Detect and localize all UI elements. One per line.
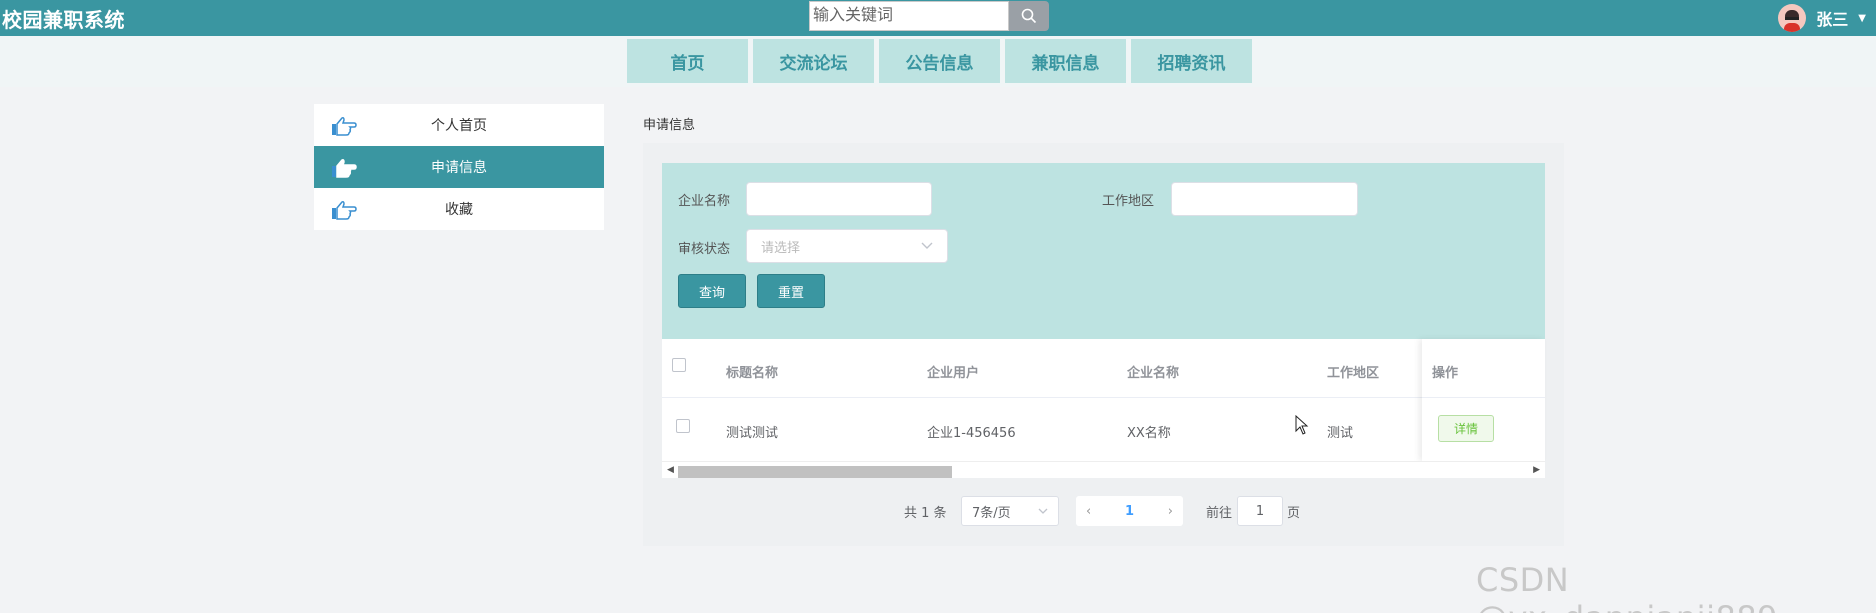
row-divider (1422, 397, 1545, 398)
work-area-label: 工作地区 (1102, 194, 1155, 209)
cell-company-name: XX名称 (1127, 426, 1171, 441)
main-nav: 首页 交流论坛 公告信息 兼职信息 招聘资讯 (0, 36, 1876, 87)
select-all-checkbox[interactable] (672, 358, 686, 372)
company-name-field[interactable] (746, 182, 932, 216)
pager: ‹ 1 › (1076, 496, 1183, 526)
chevron-down-icon (1038, 508, 1048, 514)
applications-table: 标题名称 企业用户 企业名称 工作地区 测试测试 企业1-456456 XX名称… (662, 339, 1545, 461)
top-bar: 校园兼职系统 张三 ▼ (0, 0, 1876, 36)
goto-suffix: 页 (1287, 505, 1301, 521)
column-header-company-name: 企业名称 (1127, 366, 1180, 381)
avatar (1778, 4, 1807, 32)
scroll-left-icon[interactable]: ◀ (667, 465, 674, 475)
column-header-title: 标题名称 (726, 366, 779, 381)
sidebar-item-applications[interactable]: 申请信息 (314, 146, 604, 188)
sidebar-item-favorites[interactable]: 收藏 (314, 188, 604, 230)
chevron-down-icon (921, 242, 933, 249)
pagination-total: 共 1 条 (904, 505, 947, 521)
mouse-cursor-icon (1295, 415, 1309, 435)
status-select[interactable]: 请选择 (746, 229, 948, 263)
page-size-select[interactable]: 7条/页 (961, 496, 1059, 526)
status-label: 审核状态 (678, 242, 731, 257)
horizontal-scrollbar[interactable]: ◀ ▶ (662, 461, 1545, 478)
nav-recruitment-news[interactable]: 招聘资讯 (1131, 39, 1252, 83)
nav-announcements[interactable]: 公告信息 (879, 39, 1000, 83)
page-size-value: 7条/页 (972, 505, 1011, 521)
row-checkbox[interactable] (676, 419, 690, 433)
fixed-action-column: 操作 (1422, 339, 1545, 461)
cell-company-user: 企业1-456456 (927, 426, 1016, 441)
reset-button[interactable]: 重置 (757, 274, 825, 308)
cell-work-area: 测试 (1327, 426, 1354, 441)
company-name-label: 企业名称 (678, 194, 731, 209)
column-header-work-area: 工作地区 (1327, 366, 1380, 381)
sidebar-item-label: 收藏 (445, 202, 473, 218)
status-placeholder: 请选择 (761, 240, 801, 256)
sidebar-item-profile[interactable]: 个人首页 (314, 104, 604, 146)
sidebar: 个人首页 申请信息 收藏 (314, 104, 604, 230)
next-page-icon[interactable]: › (1168, 504, 1173, 519)
search-submit-button[interactable]: 查询 (678, 274, 746, 308)
scroll-right-icon[interactable]: ▶ (1533, 465, 1540, 475)
app-title: 校园兼职系统 (2, 8, 125, 32)
nav-home[interactable]: 首页 (627, 39, 748, 83)
row-divider (662, 397, 1545, 398)
nav-part-time-jobs[interactable]: 兼职信息 (1005, 39, 1126, 83)
cell-title: 测试测试 (726, 426, 779, 441)
nav-forum[interactable]: 交流论坛 (753, 39, 874, 83)
sidebar-item-label: 申请信息 (431, 160, 487, 176)
watermark: CSDN @vx_danpianji889 (1476, 561, 1778, 613)
search-input[interactable] (809, 1, 1009, 31)
detail-button[interactable]: 详情 (1438, 415, 1494, 442)
search-button[interactable] (1009, 1, 1049, 31)
sidebar-item-label: 个人首页 (431, 118, 487, 134)
user-name: 张三 (1816, 10, 1849, 29)
caret-down-icon: ▼ (1858, 12, 1866, 24)
goto-page-input[interactable]: 1 (1237, 496, 1283, 526)
work-area-field[interactable] (1171, 182, 1358, 216)
user-menu[interactable]: 张三 ▼ (1778, 3, 1866, 33)
page-title: 申请信息 (643, 118, 696, 133)
prev-page-icon[interactable]: ‹ (1086, 504, 1091, 519)
scrollbar-thumb[interactable] (678, 466, 952, 478)
search-icon (1021, 8, 1037, 24)
page-number-current[interactable]: 1 (1125, 504, 1134, 519)
column-header-actions: 操作 (1432, 366, 1459, 381)
column-header-company-user: 企业用户 (927, 366, 980, 381)
goto-label: 前往 (1206, 505, 1233, 521)
